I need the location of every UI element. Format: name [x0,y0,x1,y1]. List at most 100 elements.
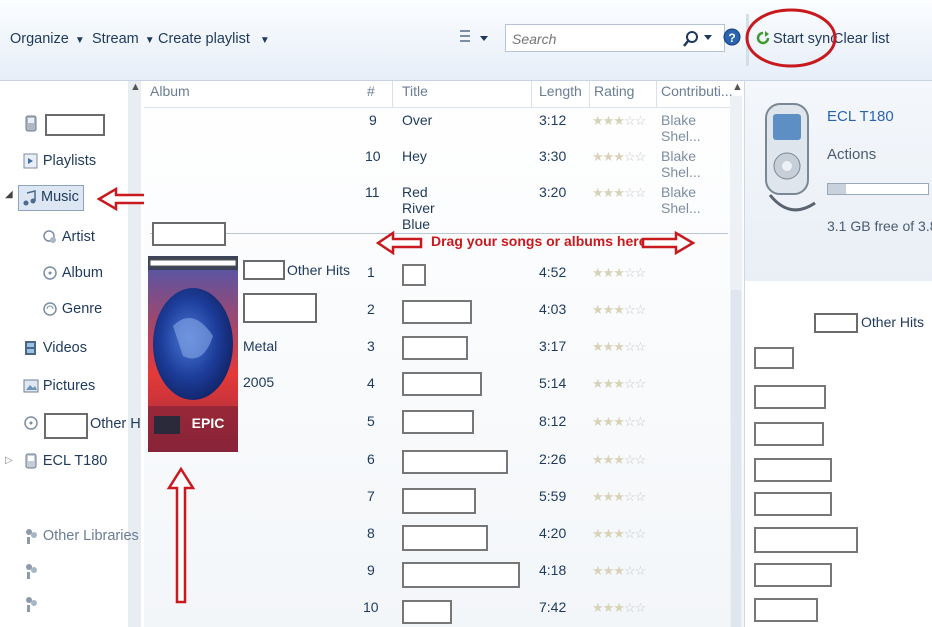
track-title[interactable]: Red River Blue [402,184,435,232]
clear-list-button[interactable]: Clear list [833,28,889,50]
rating-stars[interactable]: ★★★☆☆ [592,264,646,281]
sync-list-item[interactable] [754,385,826,409]
picture-icon [23,379,39,393]
track-number: 4 [367,375,375,391]
column-header-rating[interactable]: Rating [594,83,634,99]
redacted-track-title[interactable] [402,336,468,360]
stream-menu[interactable]: Stream ▼ [92,28,155,50]
rating-stars[interactable]: ★★★☆☆ [592,184,646,201]
album-art[interactable]: EPIC [148,256,238,452]
redacted-track-title[interactable] [402,450,508,474]
rating-stars[interactable]: ★★★☆☆ [592,488,646,505]
redacted-track-title[interactable] [402,300,472,324]
device-actions-link[interactable]: Actions [827,146,876,163]
rating-stars[interactable]: ★★★☆☆ [592,301,646,318]
track-title[interactable]: Hey [402,148,427,164]
expand-icon[interactable]: ◢ [5,189,13,200]
scroll-up-icon[interactable]: ▲ [732,81,743,93]
stream-label: Stream [92,31,139,47]
rating-stars[interactable]: ★★★☆☆ [592,375,646,392]
sidebar-item-pictures[interactable]: Pictures [23,377,95,394]
annotation-arrow-left [375,230,423,256]
view-options-button[interactable] [458,27,492,49]
album-icon [43,266,57,281]
drag-hint-annotation: Drag your songs or albums here [431,233,647,249]
scroll-up-icon[interactable]: ▲ [130,81,141,93]
sidebar-item-music[interactable]: Music [18,185,84,211]
chevron-down-icon: ▼ [259,35,270,46]
device-icon [25,453,37,469]
device-name-link[interactable]: ECL T180 [827,108,894,125]
list-scrollbar-thumb[interactable] [731,290,741,627]
track-artist: Blake Shel... [661,112,701,144]
redacted-track-title[interactable] [402,562,520,588]
column-header-length[interactable]: Length [539,83,582,99]
track-title[interactable]: Over [402,112,432,128]
column-header-album[interactable]: Album [150,83,190,99]
rating-stars[interactable]: ★★★☆☆ [592,525,646,542]
sidebar-item-device[interactable]: ECL T180 [23,452,107,469]
expand-icon[interactable]: ▷ [5,455,13,466]
genre-icon [43,302,57,317]
sidebar-item-other-h[interactable] [23,414,39,431]
sync-list-item[interactable] [754,598,818,622]
sidebar-item-artist[interactable]: Artist [42,228,95,245]
sidebar-item-label: ECL T180 [42,453,108,469]
redacted-track-title[interactable] [402,410,474,434]
redacted-track-title[interactable] [402,525,488,551]
sync-list-item[interactable] [754,347,794,369]
column-header-title[interactable]: Title [402,83,428,99]
track-number: 10 [365,148,381,164]
track-length: 2:26 [539,451,567,467]
redacted-track-title[interactable] [402,488,476,514]
sidebar-item-genre[interactable]: Genre [42,300,102,317]
track-length: 4:18 [539,562,567,578]
create-playlist-menu[interactable]: Create playlist ▼ [158,28,270,50]
sidebar-item-label: Genre [61,301,103,317]
help-icon[interactable]: ? [723,26,741,48]
video-icon [25,341,36,356]
search-box[interactable] [505,24,725,52]
track-length: 3:20 [539,184,567,200]
sidebar-item-videos[interactable]: Videos [23,339,87,356]
redacted-track-title[interactable] [402,600,452,624]
column-header-number[interactable]: # [367,83,375,99]
track-number: 3 [367,338,375,354]
sidebar-item-label: Other Libraries [42,528,139,544]
annotation-arrow-right [641,230,696,256]
rating-stars[interactable]: ★★★☆☆ [592,148,646,165]
organize-menu[interactable]: Organize ▼ [10,28,85,50]
track-artist: Blake Shel... [661,148,701,180]
sync-list-item[interactable] [754,422,824,446]
playlist-icon [23,153,38,169]
annotation-circle [745,8,837,68]
sidebar-item-other-libraries[interactable]: Other Libraries [23,527,139,545]
sync-list-item[interactable] [754,563,832,587]
redacted-track-title[interactable] [402,372,482,396]
sync-list-item[interactable] [754,458,832,482]
view-options-icon [460,30,488,42]
sidebar-item-label: Playlists [42,153,97,169]
sync-list-item[interactable] [754,527,858,553]
track-length: 3:17 [539,338,567,354]
sidebar-item-album[interactable]: Album [42,264,103,281]
rating-stars[interactable]: ★★★☆☆ [592,413,646,430]
rating-stars[interactable]: ★★★☆☆ [592,112,646,129]
create-playlist-label: Create playlist [158,31,250,47]
sync-list-item[interactable] [754,492,832,516]
redacted-track-title[interactable] [402,264,426,286]
column-header-contributing-artist[interactable]: Contributi... [661,83,733,99]
sidebar-item-playlists[interactable]: Playlists [23,152,96,169]
rating-stars[interactable]: ★★★☆☆ [592,451,646,468]
search-input[interactable] [510,28,664,50]
rating-stars[interactable]: ★★★☆☆ [592,599,646,616]
album-genre: Metal [243,338,278,354]
other-libraries-icon [26,597,37,612]
search-icon[interactable] [681,29,701,49]
storage-bar [827,183,929,195]
svg-text:?: ? [728,31,735,45]
rating-stars[interactable]: ★★★☆☆ [592,338,646,355]
redacted-sync-list-title [814,313,858,333]
chevron-down-icon[interactable] [703,33,713,43]
rating-stars[interactable]: ★★★☆☆ [592,562,646,579]
